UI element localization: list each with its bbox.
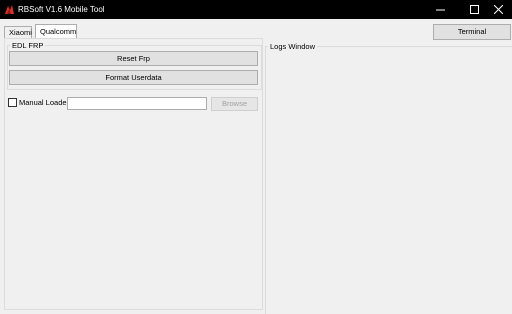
edl-frp-group-label: EDL FRP	[10, 41, 46, 50]
tab-xiaomi[interactable]: Xiaomi	[4, 26, 32, 38]
minimize-icon	[435, 9, 445, 11]
tab-qualcomm[interactable]: Qualcomm	[35, 24, 77, 38]
manual-loader-label[interactable]: Manual Loader	[19, 98, 69, 107]
window-title: RBSoft V1.6 Mobile Tool	[18, 5, 105, 14]
maximize-icon	[469, 5, 479, 14]
close-icon	[493, 5, 503, 14]
app-icon	[5, 5, 14, 14]
terminal-button[interactable]: Terminal	[433, 24, 511, 40]
title-bar[interactable]: RBSoft V1.6 Mobile Tool	[0, 0, 512, 19]
minimize-button[interactable]	[424, 0, 456, 19]
format-userdata-button[interactable]: Format Userdata	[9, 70, 258, 85]
logs-window[interactable]	[265, 46, 512, 314]
manual-loader-checkbox[interactable]	[8, 98, 17, 107]
reset-frp-button[interactable]: Reset Frp	[9, 51, 258, 66]
close-button[interactable]	[484, 0, 512, 19]
logs-window-label: Logs Window	[268, 42, 318, 51]
browse-button[interactable]: Browse	[211, 97, 258, 111]
loader-path-input[interactable]	[67, 97, 207, 110]
